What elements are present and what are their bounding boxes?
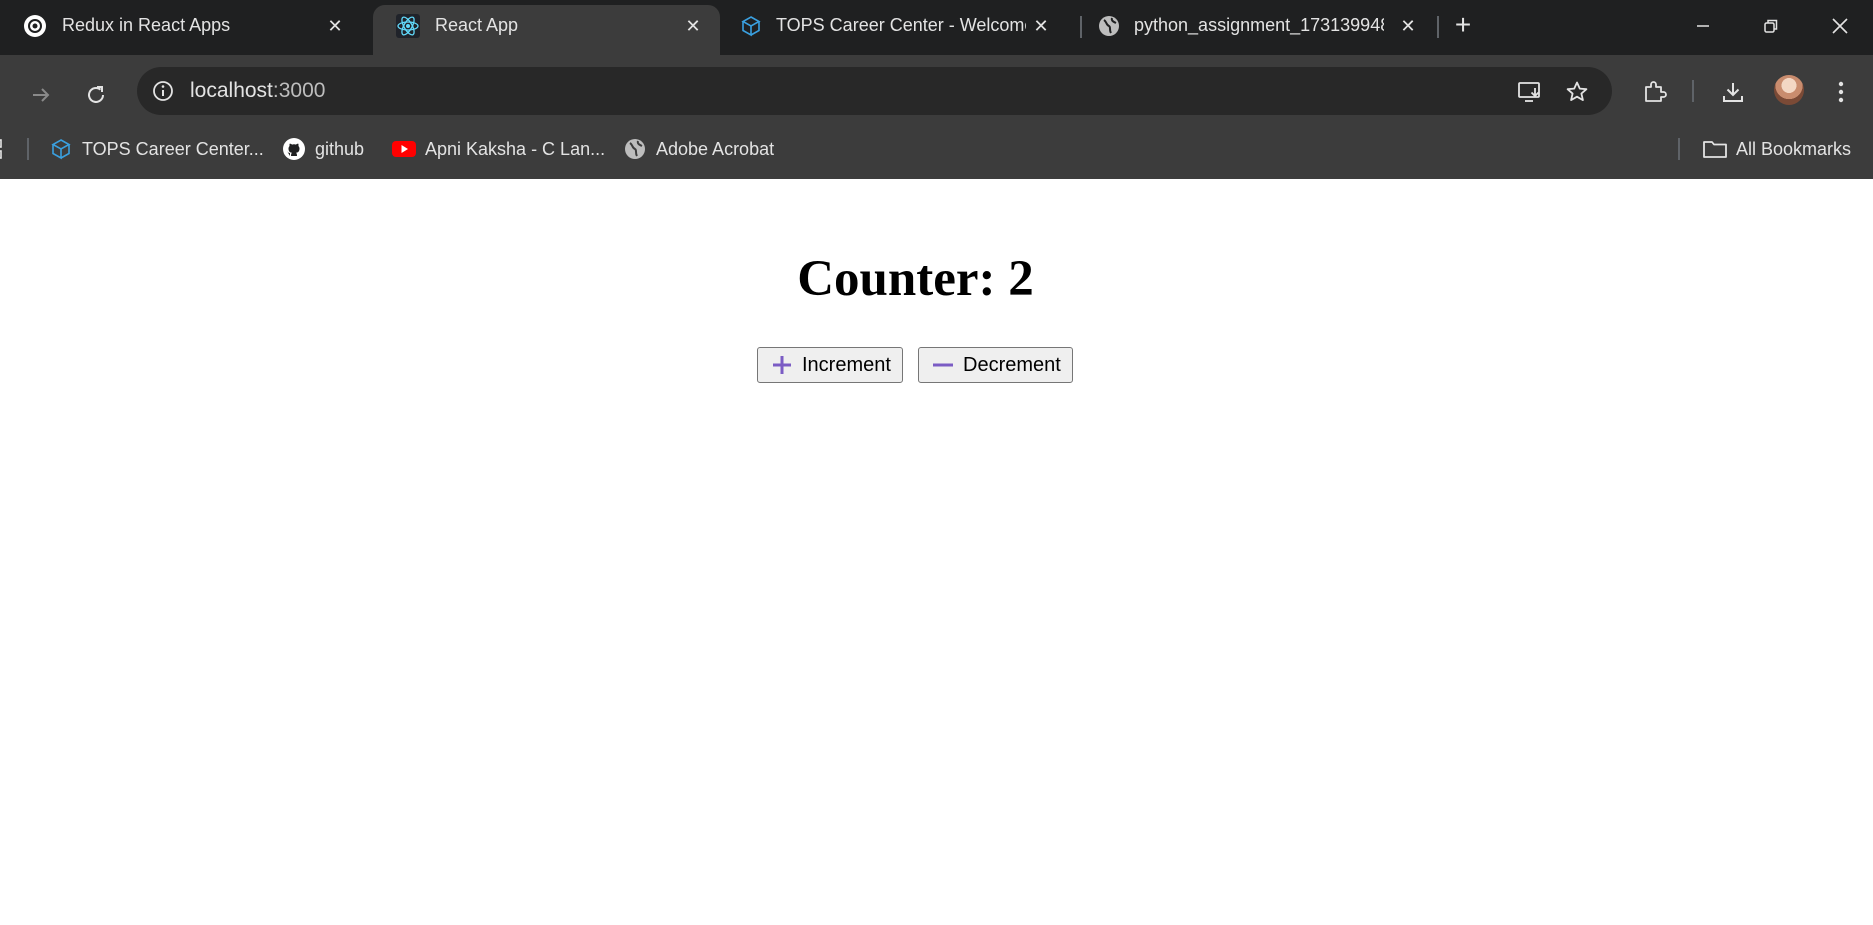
extensions-icon[interactable] (1634, 72, 1674, 112)
chatgpt-icon (22, 13, 48, 39)
globe-icon (1096, 13, 1122, 39)
tab-redux[interactable]: Redux in React Apps ✕ (0, 5, 362, 55)
counter-heading: Counter: 2 (797, 251, 1034, 307)
address-bar[interactable]: localhost:3000 (137, 67, 1612, 115)
url-text[interactable]: localhost:3000 (190, 79, 325, 103)
close-icon[interactable]: ✕ (1395, 13, 1421, 39)
bookmark-label: Adobe Acrobat (656, 138, 775, 159)
more-menu-icon[interactable] (1821, 72, 1861, 112)
new-tab-plus-icon[interactable]: + (1448, 10, 1478, 40)
minus-icon (931, 353, 955, 377)
folder-icon (1702, 136, 1728, 162)
bookmark-label: TOPS Career Center... (82, 138, 264, 159)
window-close-icon[interactable] (1820, 6, 1860, 46)
restore-icon[interactable] (1751, 6, 1791, 46)
close-icon[interactable]: ✕ (322, 13, 348, 39)
url-host: localhost (190, 79, 273, 102)
downloads-icon[interactable] (1713, 72, 1753, 112)
install-app-icon[interactable] (1515, 77, 1545, 107)
bookmark-github[interactable]: github (281, 132, 364, 166)
globe-icon (622, 136, 648, 162)
bookmark-adobe-acrobat[interactable]: Adobe Acrobat (622, 132, 774, 166)
bookmark-label: Apni Kaksha - C Lan... (425, 138, 606, 159)
increment-label: Increment (802, 353, 891, 376)
increment-button[interactable]: Increment (757, 347, 903, 383)
site-info-icon[interactable] (149, 77, 177, 105)
bookmark-separator (27, 138, 29, 160)
tab-title: Redux in React Apps (62, 15, 231, 35)
bookmark-label: github (315, 138, 365, 159)
close-icon[interactable]: ✕ (1028, 13, 1054, 39)
plus-icon (770, 353, 794, 377)
all-bookmarks-button[interactable]: All Bookmarks (1702, 132, 1851, 166)
all-bookmarks-label: All Bookmarks (1736, 138, 1852, 159)
decrement-label: Decrement (963, 353, 1061, 376)
tab-title: TOPS Career Center - Welcome (776, 15, 1026, 35)
react-icon (395, 13, 421, 39)
tab-strip: Redux in React Apps ✕ React App ✕ TOPS C… (0, 0, 1873, 55)
url-port: :3000 (272, 79, 326, 102)
tab-title: React App (435, 15, 519, 35)
tab-python-assignment[interactable]: python_assignment_173139948 ✕ (1082, 5, 1435, 55)
profile-avatar[interactable] (1774, 75, 1804, 105)
github-icon (281, 136, 307, 162)
forward-icon[interactable] (19, 73, 63, 117)
bookmark-tops-career[interactable]: TOPS Career Center... (48, 132, 264, 166)
tab-tops-career[interactable]: TOPS Career Center - Welcome ✕ (720, 5, 1068, 55)
toolbar-separator (1692, 80, 1694, 102)
browser-toolbar: localhost:3000 TOPS Career Center... git… (0, 55, 1873, 179)
youtube-icon (391, 136, 417, 162)
apps-icon[interactable] (0, 132, 8, 166)
bookmark-star-icon[interactable] (1562, 77, 1592, 107)
close-icon[interactable]: ✕ (680, 13, 706, 39)
tab-react-app[interactable]: React App ✕ (373, 5, 720, 55)
tops-icon (48, 136, 74, 162)
bookmark-apni-kaksha[interactable]: Apni Kaksha - C Lan... (391, 132, 605, 166)
tops-icon (738, 13, 764, 39)
tab-separator (1437, 16, 1439, 38)
reload-icon[interactable] (74, 73, 118, 117)
minimize-icon[interactable] (1683, 6, 1723, 46)
tab-title: python_assignment_173139948 (1134, 15, 1384, 35)
bookmark-separator (1678, 138, 1680, 160)
decrement-button[interactable]: Decrement (918, 347, 1073, 383)
